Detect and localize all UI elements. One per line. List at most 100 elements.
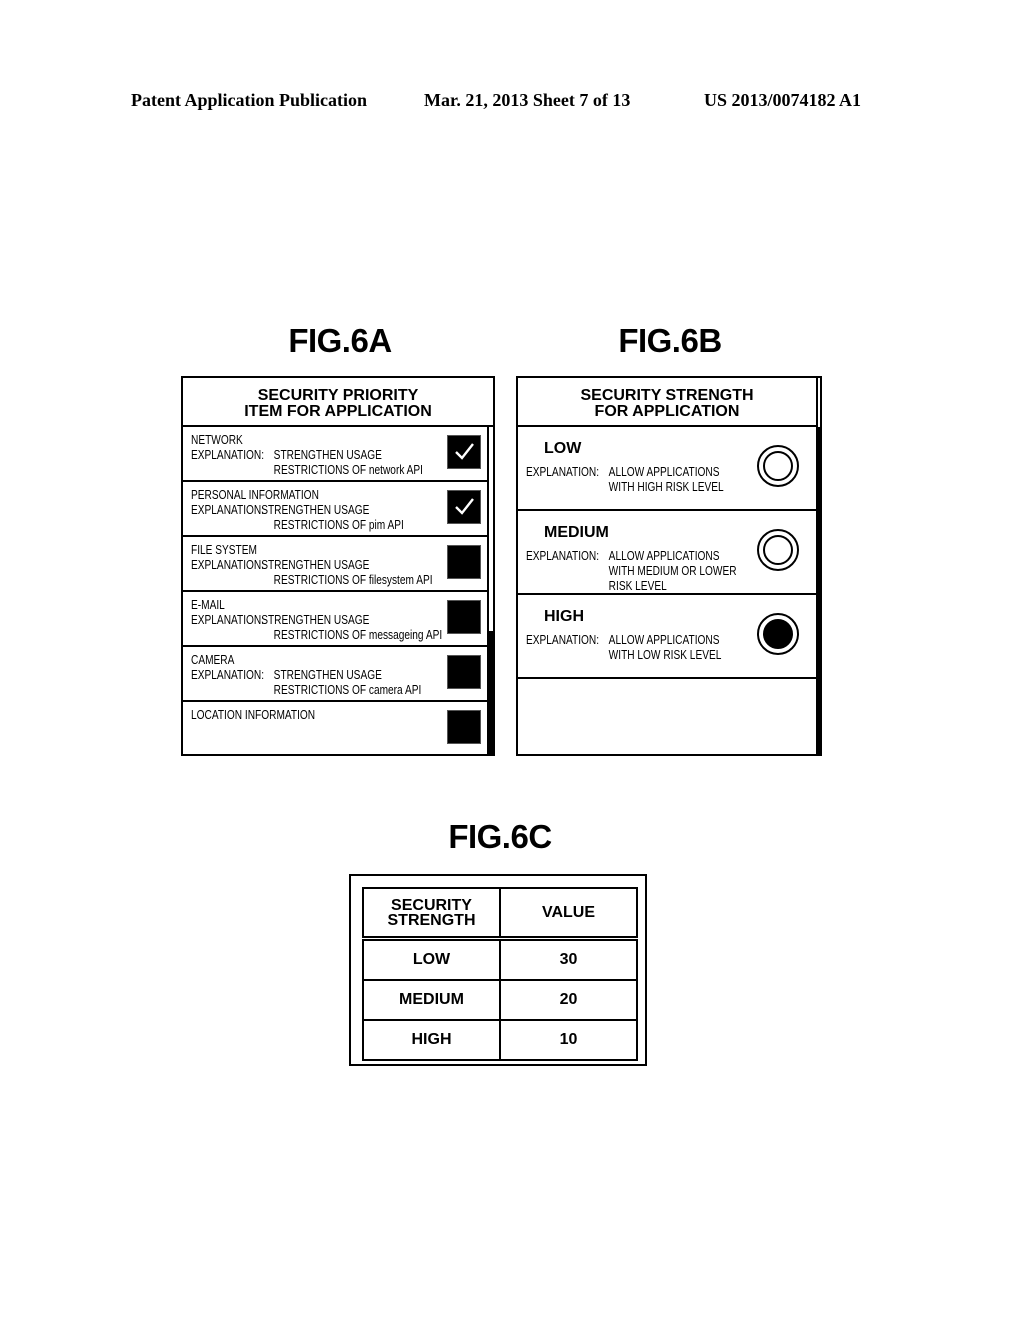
priority-item[interactable]: FILE SYSTEM EXPLANATION: STRENGTHEN USAGE R…	[183, 537, 487, 592]
radio-indicator	[763, 535, 793, 565]
explanation-line: WITH HIGH RISK LEVEL	[608, 479, 724, 494]
radio-button[interactable]	[757, 529, 799, 571]
patent-number: US 2013/0074182 A1	[704, 90, 862, 110]
item-text: LOCATION INFORMATION	[191, 707, 315, 722]
item-name: NETWORK	[191, 432, 243, 447]
column-header-security-strength: SECURITY STRENGTH	[362, 887, 501, 941]
radio-indicator	[763, 619, 793, 649]
checkmark-icon	[455, 498, 474, 515]
explanation-line-2: RESTRICTIONS OF messageing API	[273, 627, 443, 642]
strength-explanation: EXPLANATION: ALLOW APPLICATIONS WITH LOW R…	[526, 632, 721, 662]
scrollbar[interactable]	[816, 378, 822, 754]
explanation-line: ALLOW APPLICATIONS	[608, 548, 720, 563]
item-text: NETWORK EXPLANATION: STRENGTHEN USAGE RESTR…	[191, 432, 423, 477]
explanation-line-2: RESTRICTIONS OF filesystem API	[273, 572, 433, 587]
item-checkbox[interactable]	[447, 490, 481, 524]
fig6b-title: FIG.6B	[618, 322, 722, 359]
table-header-row: SECURITY STRENGTH VALUE	[362, 887, 638, 941]
strength-explanation: EXPLANATION: ALLOW APPLICATIONS WITH MEDIU…	[526, 548, 737, 593]
table-row: HIGH 10	[362, 1019, 638, 1061]
value-cell: 30	[499, 937, 638, 981]
explanation-line-2: RESTRICTIONS OF pim API	[273, 517, 404, 532]
explanation-line-1: STRENGTHEN USAGE	[261, 557, 370, 572]
heading-line-1: SECURITY STRENGTH	[580, 387, 754, 404]
strength-option-low[interactable]: LOW EXPLANATION: ALLOW APPLICATIONS WITH HI…	[518, 427, 816, 511]
radio-button[interactable]	[757, 613, 799, 655]
explanation-line: RISK LEVEL	[608, 578, 667, 593]
explanation-label: EXPLANATION:	[526, 548, 600, 563]
strength-cell: LOW	[362, 937, 501, 981]
item-text: FILE SYSTEM EXPLANATION: STRENGTHEN USAGE R…	[191, 542, 433, 587]
strength-level-label: MEDIUM	[544, 524, 609, 541]
item-name: PERSONAL INFORMATION	[191, 487, 319, 502]
header-line-1: SECURITY	[391, 896, 472, 914]
explanation-line: WITH MEDIUM OR LOWER	[608, 563, 737, 578]
fig6a-title: FIG.6A	[288, 322, 392, 359]
strength-option-medium[interactable]: MEDIUM EXPLANATION: ALLOW APPLICATIONS WITH…	[518, 511, 816, 595]
item-name: E-MAIL	[191, 597, 225, 612]
item-text: PERSONAL INFORMATION EXPLANATION: STRENGTH…	[191, 487, 404, 532]
item-text: E-MAIL EXPLANATION: STRENGTHEN USAGE RESTRI…	[191, 597, 442, 642]
strength-cell: MEDIUM	[362, 979, 501, 1021]
explanation-label: EXPLANATION:	[191, 557, 265, 572]
explanation-line: ALLOW APPLICATIONS	[608, 632, 720, 647]
priority-item[interactable]: PERSONAL INFORMATION EXPLANATION: STRENGTH…	[183, 482, 487, 537]
item-checkbox[interactable]	[447, 545, 481, 579]
explanation-label: EXPLANATION:	[191, 447, 265, 462]
strength-cell: HIGH	[362, 1019, 501, 1061]
explanation-line-2: RESTRICTIONS OF network API	[273, 462, 424, 477]
heading-line-2: FOR APPLICATION	[594, 403, 740, 420]
explanation-line: WITH LOW RISK LEVEL	[608, 647, 722, 662]
item-name: LOCATION INFORMATION	[191, 707, 316, 722]
scrollbar-thumb[interactable]	[489, 631, 493, 754]
table-row: LOW 30	[362, 937, 638, 981]
explanation-label: EXPLANATION:	[526, 632, 600, 647]
priority-item[interactable]: LOCATION INFORMATION	[183, 702, 487, 757]
fig6c-title: FIG.6C	[448, 818, 552, 855]
value-cell: 10	[499, 1019, 638, 1061]
item-checkbox[interactable]	[447, 435, 481, 469]
heading-line-2: ITEM FOR APPLICATION	[244, 403, 432, 420]
item-name: FILE SYSTEM	[191, 542, 257, 557]
priority-item[interactable]: E-MAIL EXPLANATION: STRENGTHEN USAGE RESTRI…	[183, 592, 487, 647]
item-text: CAMERA EXPLANATION: STRENGTHEN USAGE RESTRI…	[191, 652, 421, 697]
explanation-label: EXPLANATION:	[191, 502, 265, 517]
item-checkbox[interactable]	[447, 710, 481, 744]
explanation-line-1: STRENGTHEN USAGE	[261, 502, 370, 517]
explanation-line: ALLOW APPLICATIONS	[608, 464, 720, 479]
value-cell: 20	[499, 979, 638, 1021]
scrollbar[interactable]	[487, 427, 493, 754]
checkmark-icon	[455, 443, 474, 460]
priority-item[interactable]: CAMERA EXPLANATION: STRENGTHEN USAGE RESTRI…	[183, 647, 487, 702]
radio-indicator	[763, 451, 793, 481]
security-strength-heading: SECURITY STRENGTH FOR APPLICATION	[518, 378, 816, 427]
explanation-label: EXPLANATION:	[191, 667, 265, 682]
strength-level-label: HIGH	[544, 608, 584, 625]
priority-item[interactable]: NETWORK EXPLANATION: STRENGTHEN USAGE RESTR…	[183, 427, 487, 482]
item-name: CAMERA	[191, 652, 235, 667]
explanation-line-1: STRENGTHEN USAGE	[273, 447, 382, 462]
header-line-2: STRENGTH	[387, 911, 476, 929]
radio-button[interactable]	[757, 445, 799, 487]
publication-label: Patent Application Publication	[131, 90, 368, 110]
explanation-label: EXPLANATION:	[526, 464, 600, 479]
item-checkbox[interactable]	[447, 600, 481, 634]
item-checkbox[interactable]	[447, 655, 481, 689]
heading-line-1: SECURITY PRIORITY	[257, 387, 419, 404]
security-priority-heading: SECURITY PRIORITY ITEM FOR APPLICATION	[183, 378, 493, 427]
table-row: MEDIUM 20	[362, 979, 638, 1021]
security-strength-panel: SECURITY STRENGTH FOR APPLICATION LOW EXP…	[516, 376, 822, 756]
security-priority-panel: SECURITY PRIORITY ITEM FOR APPLICATION N…	[181, 376, 495, 756]
explanation-line-1: STRENGTHEN USAGE	[273, 667, 382, 682]
explanation-line-2: RESTRICTIONS OF camera API	[273, 682, 422, 697]
scrollbar-thumb[interactable]	[818, 427, 822, 754]
strength-level-label: LOW	[544, 440, 582, 457]
strength-option-high[interactable]: HIGH EXPLANATION: ALLOW APPLICATIONS WITH L…	[518, 595, 816, 679]
explanation-line-1: STRENGTHEN USAGE	[261, 612, 370, 627]
date-sheet-label: Mar. 21, 2013 Sheet 7 of 13	[424, 90, 631, 110]
strength-value-table-frame: SECURITY STRENGTH VALUE LOW 30 MEDIUM 20 HIG…	[349, 874, 647, 1066]
column-header-value: VALUE	[499, 887, 638, 941]
strength-explanation: EXPLANATION: ALLOW APPLICATIONS WITH HIGH …	[526, 464, 724, 494]
explanation-label: EXPLANATION:	[191, 612, 265, 627]
strength-value-table: SECURITY STRENGTH VALUE LOW 30 MEDIUM 20 HIG…	[362, 887, 638, 1061]
